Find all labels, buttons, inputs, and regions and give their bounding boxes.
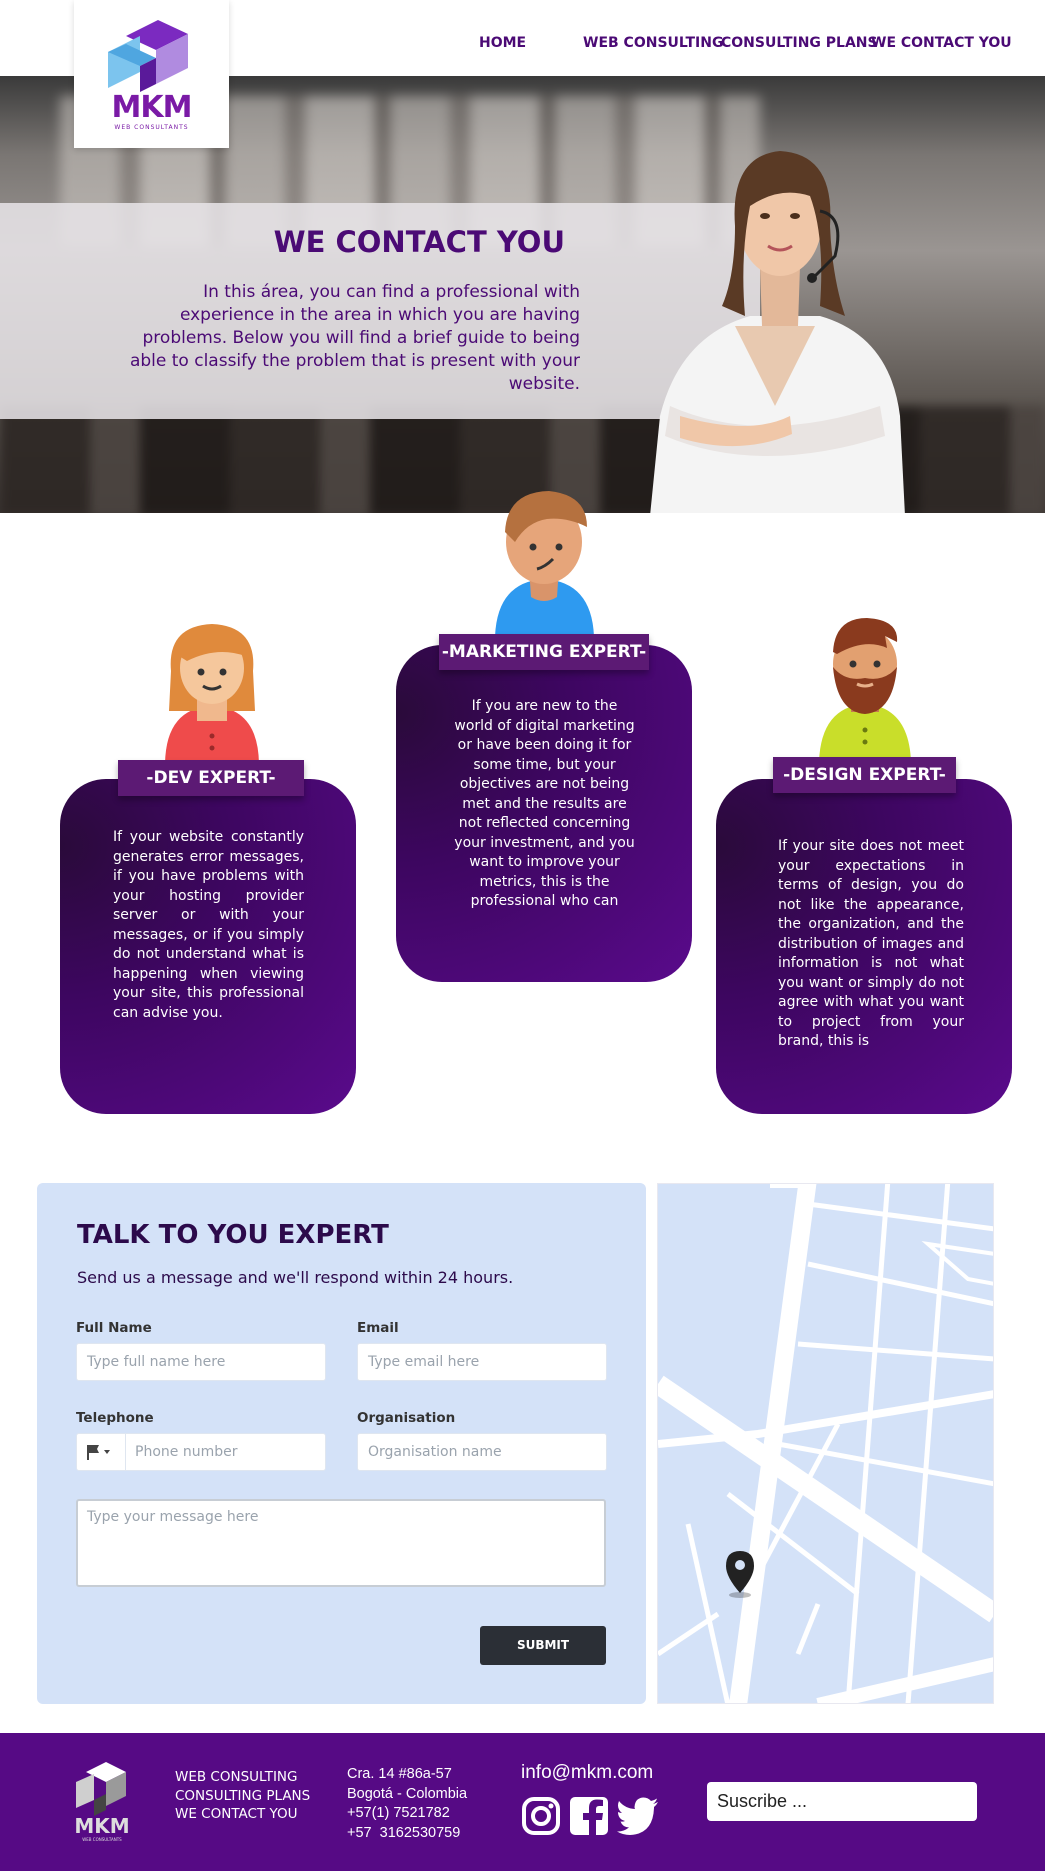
- facebook-icon[interactable]: [569, 1796, 609, 1836]
- flag-icon: [87, 1445, 110, 1460]
- nav-we-contact-you[interactable]: WE CONTACT YOU: [871, 35, 1012, 51]
- footer-logo-text: MKM: [74, 1814, 129, 1838]
- marketing-expert-title: -MARKETING EXPERT-: [439, 634, 649, 670]
- design-expert-description: If your site does not meet your expectat…: [778, 838, 964, 1049]
- full-name-input[interactable]: Type full name here: [76, 1343, 326, 1381]
- nav-home[interactable]: HOME: [479, 35, 526, 51]
- support-agent-photo: [650, 151, 905, 513]
- footer-address: Cra. 14 #86a-57 Bogotá - Colombia +57(1)…: [347, 1765, 467, 1843]
- subscribe-input[interactable]: Suscribe ...: [707, 1782, 977, 1821]
- dev-expert-avatar: [165, 624, 259, 766]
- telephone-label: Telephone: [76, 1410, 154, 1426]
- country-flag-dropdown[interactable]: [77, 1434, 126, 1470]
- dev-expert-title: -DEV EXPERT-: [118, 760, 304, 796]
- footer-link-web-consulting[interactable]: WEB CONSULTING: [175, 1768, 310, 1787]
- address-street: Cra. 14 #86a-57: [347, 1766, 452, 1782]
- contact-form-panel: TALK TO YOU EXPERT Send us a message and…: [37, 1183, 646, 1704]
- marketing-expert-description: If you are new to the world of digital m…: [454, 698, 635, 909]
- design-expert-card: If your site does not meet your expectat…: [716, 779, 1012, 1114]
- telephone-input[interactable]: Phone number: [76, 1433, 326, 1471]
- hero-title: WE CONTACT YOU: [273, 225, 565, 259]
- email-input[interactable]: Type email here: [357, 1343, 607, 1381]
- email-label: Email: [357, 1320, 399, 1336]
- dev-expert-description: If your website constantly generates err…: [113, 829, 304, 1021]
- organisation-label: Organisation: [357, 1410, 456, 1426]
- phone-mobile: +57 3162530759: [347, 1824, 461, 1841]
- hero-description: In this área, you can find a professiona…: [129, 282, 580, 394]
- logo-tagline: WEB CONSULTANTS: [114, 124, 189, 131]
- footer-link-we-contact-you[interactable]: WE CONTACT YOU: [175, 1805, 310, 1824]
- site-logo[interactable]: MKM WEB CONSULTANTS: [74, 0, 229, 148]
- contact-form-subtitle: Send us a message and we'll respond with…: [77, 1268, 514, 1287]
- nav-web-consulting[interactable]: WEB CONSULTING: [583, 35, 723, 51]
- location-map[interactable]: [657, 1183, 994, 1704]
- map-streets: [658, 1184, 993, 1703]
- map-pin-icon[interactable]: [724, 1549, 756, 1599]
- twitter-icon[interactable]: [617, 1797, 659, 1835]
- footer-logo-tagline: WEB CONSULTANTS: [82, 1837, 122, 1842]
- dev-expert-card: If your website constantly generates err…: [60, 779, 356, 1114]
- footer-link-consulting-plans[interactable]: CONSULTING PLANS: [175, 1787, 310, 1806]
- site-footer: MKM WEB CONSULTANTS WEB CONSULTING CONSU…: [0, 1733, 1045, 1871]
- contact-form-title: TALK TO YOU EXPERT: [77, 1220, 389, 1250]
- submit-button[interactable]: SUBMIT: [480, 1626, 606, 1665]
- nav-consulting-plans[interactable]: CONSULTING PLANS: [721, 35, 878, 51]
- logo-wordmark: MKM: [111, 90, 193, 125]
- page: WE CONTACT YOU In this área, you can fin…: [0, 0, 1045, 1871]
- address-city: Bogotá - Colombia: [347, 1785, 468, 1802]
- marketing-expert-card: If you are new to the world of digital m…: [396, 645, 692, 982]
- message-textarea[interactable]: Type your message here: [76, 1499, 606, 1587]
- instagram-icon[interactable]: [521, 1796, 561, 1836]
- design-expert-avatar: [819, 618, 911, 762]
- design-expert-title: -DESIGN EXPERT-: [773, 757, 956, 793]
- full-name-label: Full Name: [76, 1320, 152, 1336]
- footer-links: WEB CONSULTING CONSULTING PLANS WE CONTA…: [175, 1768, 310, 1824]
- telephone-placeholder: Phone number: [135, 1444, 238, 1460]
- phone-landline: +57(1) 7521782: [347, 1805, 450, 1821]
- marketing-expert-avatar: [495, 491, 594, 637]
- footer-email[interactable]: info@mkm.com: [521, 1762, 653, 1784]
- organisation-input[interactable]: Organisation name: [357, 1433, 607, 1471]
- mkm-cube-icon: [108, 20, 188, 92]
- footer-logo[interactable]: MKM WEB CONSULTANTS: [70, 1760, 135, 1842]
